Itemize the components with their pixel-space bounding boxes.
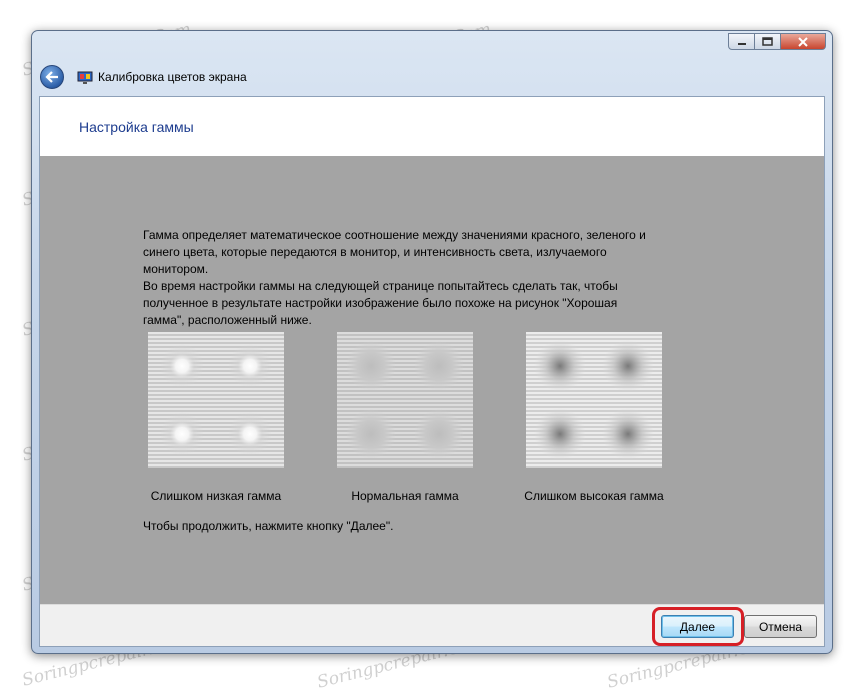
gamma-too-low-image bbox=[148, 332, 284, 468]
content-panel: Гамма определяет математическое соотноше… bbox=[40, 156, 824, 604]
gamma-too-low-label: Слишком низкая гамма bbox=[150, 489, 282, 503]
minimize-icon bbox=[737, 42, 746, 45]
minimize-button[interactable] bbox=[728, 33, 755, 50]
window-title: Калибровка цветов экрана bbox=[98, 70, 247, 84]
description-line: монитором. bbox=[143, 262, 209, 276]
monitor-icon bbox=[77, 71, 93, 84]
caption-buttons bbox=[728, 33, 826, 50]
description-line: гамма", расположенный ниже. bbox=[143, 313, 312, 327]
wizard-content: Настройка гаммы Гамма определяет математ… bbox=[39, 96, 825, 647]
close-icon bbox=[798, 36, 808, 47]
cancel-button[interactable]: Отмена bbox=[744, 615, 817, 638]
description-text: Гамма определяет математическое соотноше… bbox=[143, 227, 703, 329]
gamma-normal-image bbox=[337, 332, 473, 468]
description-line: синего цвета, которые передаются в монит… bbox=[143, 245, 607, 259]
description-line: Во время настройки гаммы на следующей ст… bbox=[143, 279, 618, 293]
back-button[interactable] bbox=[40, 65, 64, 89]
maximize-icon bbox=[762, 37, 773, 46]
description-line: Гамма определяет математическое соотноше… bbox=[143, 228, 646, 242]
gamma-too-high-image bbox=[526, 332, 662, 468]
maximize-button[interactable] bbox=[755, 33, 781, 50]
next-button[interactable]: Далее bbox=[661, 615, 734, 638]
arrow-left-icon bbox=[45, 71, 58, 83]
continue-instruction: Чтобы продолжить, нажмите кнопку "Далее"… bbox=[143, 519, 394, 533]
page-title: Настройка гаммы bbox=[79, 119, 194, 135]
calibration-window: Калибровка цветов экрана Настройка гаммы… bbox=[31, 30, 833, 654]
button-bar: Далее Отмена bbox=[40, 604, 824, 646]
gamma-normal-label: Нормальная гамма bbox=[351, 489, 459, 503]
gamma-too-high-label: Слишком высокая гамма bbox=[524, 489, 664, 503]
close-button[interactable] bbox=[781, 33, 826, 50]
description-line: полученное в результате настройки изобра… bbox=[143, 296, 618, 310]
